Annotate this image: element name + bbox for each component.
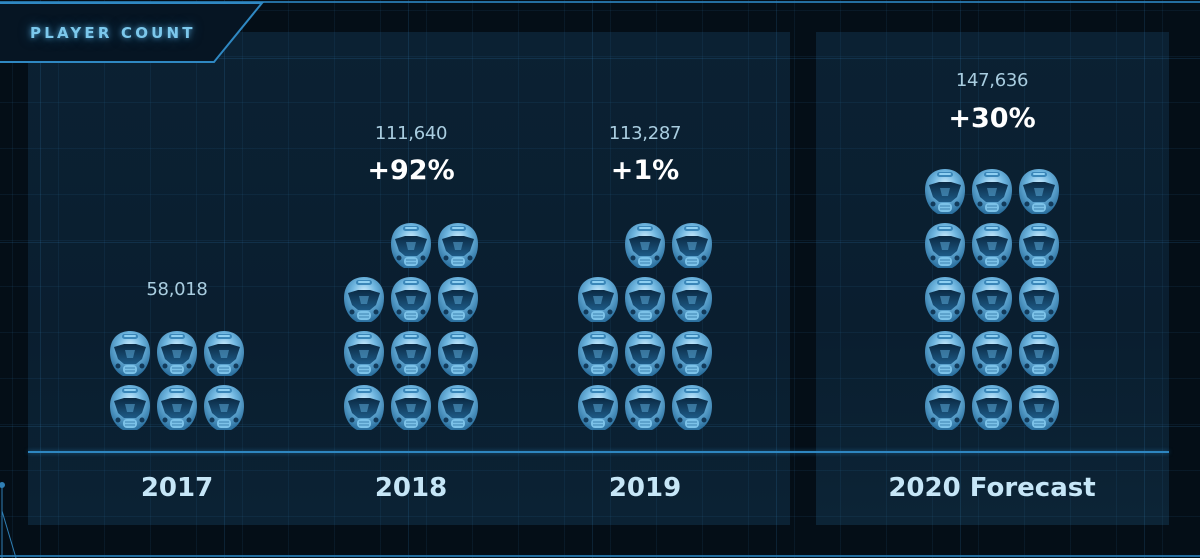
helmet-icon bbox=[671, 384, 713, 432]
value-label: 58,018 bbox=[146, 279, 208, 300]
helmet-icon bbox=[971, 384, 1013, 432]
change-label: +92% bbox=[367, 155, 455, 186]
helmet-icon bbox=[924, 384, 966, 432]
helmet-icon bbox=[156, 384, 198, 432]
helmet-icon bbox=[971, 276, 1013, 324]
helmet-icon bbox=[343, 276, 385, 324]
helmet-icon bbox=[924, 330, 966, 378]
category-label: 2019 bbox=[608, 473, 682, 503]
helmet-icon bbox=[1018, 384, 1060, 432]
helmet-icon bbox=[971, 222, 1013, 270]
helmet-icon bbox=[437, 330, 479, 378]
helmet-icon bbox=[437, 276, 479, 324]
helmet-icon bbox=[1018, 276, 1060, 324]
value-label: 147,636 bbox=[955, 70, 1029, 91]
change-label: +30% bbox=[948, 103, 1036, 134]
helmet-icon bbox=[437, 384, 479, 432]
helmet-icon bbox=[390, 384, 432, 432]
helmet-icon bbox=[203, 384, 245, 432]
helmet-icon bbox=[390, 222, 432, 270]
helmet-icon bbox=[971, 330, 1013, 378]
helmet-icon bbox=[971, 168, 1013, 216]
helmet-icon bbox=[577, 276, 619, 324]
helmet-icon bbox=[924, 276, 966, 324]
helmet-icon bbox=[1018, 330, 1060, 378]
helmet-icon bbox=[109, 384, 151, 432]
helmet-icon bbox=[343, 384, 385, 432]
helmet-icon bbox=[924, 222, 966, 270]
change-label: +1% bbox=[610, 155, 680, 186]
helmet-icon bbox=[390, 276, 432, 324]
helmet-icon bbox=[156, 330, 198, 378]
helmet-icon bbox=[437, 222, 479, 270]
pictogram-chart: 58,018 2017 111,640 +92% 2018 113,287 +1… bbox=[0, 0, 1200, 558]
helmet-icon bbox=[577, 330, 619, 378]
value-label: 111,640 bbox=[374, 123, 448, 144]
helmet-icon bbox=[924, 168, 966, 216]
helmet-icon bbox=[577, 384, 619, 432]
value-label: 113,287 bbox=[608, 123, 682, 144]
helmet-icon bbox=[1018, 222, 1060, 270]
helmet-icon bbox=[671, 222, 713, 270]
helmet-icon bbox=[671, 276, 713, 324]
helmet-icon bbox=[624, 276, 666, 324]
category-label: 2020 Forecast bbox=[888, 473, 1096, 503]
helmet-icon bbox=[109, 330, 151, 378]
helmet-icon bbox=[624, 330, 666, 378]
helmet-icon bbox=[343, 330, 385, 378]
helmet-icon bbox=[203, 330, 245, 378]
helmet-icon bbox=[390, 330, 432, 378]
helmet-icon bbox=[624, 222, 666, 270]
helmet-icon bbox=[624, 384, 666, 432]
helmet-icon bbox=[671, 330, 713, 378]
helmet-icon bbox=[1018, 168, 1060, 216]
